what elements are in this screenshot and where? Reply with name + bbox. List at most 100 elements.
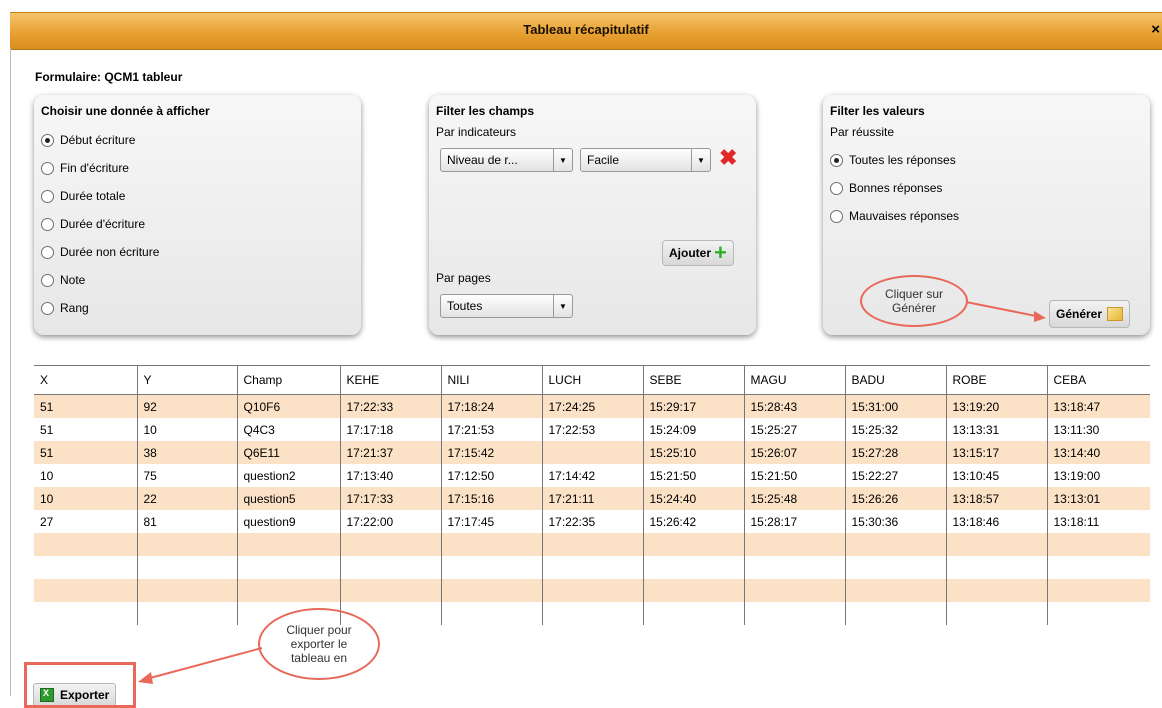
radio-duree-ecriture[interactable]: Durée d'écriture (41, 217, 145, 231)
table-row[interactable]: 10 75 question2 17:13:40 17:12:50 17:14:42 15:… (34, 464, 1150, 487)
generate-hint-text: Cliquer sur Générer (884, 287, 944, 315)
column-header[interactable]: KEHE (340, 366, 442, 395)
table-cell (643, 602, 745, 625)
table-cell (542, 533, 644, 556)
table-cell: 15:24:40 (643, 487, 745, 510)
table-cell (542, 441, 644, 464)
table-cell (340, 556, 442, 579)
table-row[interactable]: 51 10 Q4C3 17:17:18 17:21:53 17:22:53 15:24:09… (34, 418, 1150, 441)
table-cell (137, 579, 238, 602)
edit-pencil-icon (1107, 307, 1124, 321)
generate-button[interactable]: Générer (1049, 300, 1131, 328)
delete-filter-icon[interactable]: ✖ (719, 147, 737, 169)
table-cell: 17:17:18 (340, 418, 442, 441)
radio-debut-ecriture[interactable]: Début écriture (41, 133, 135, 147)
radio-rang[interactable]: Rang (41, 301, 89, 315)
table-cell: question2 (237, 464, 341, 487)
table-row[interactable]: 51 92 Q10F6 17:22:33 17:18:24 17:24:25 15:29:1… (34, 394, 1150, 418)
radio-fin-ecriture[interactable]: Fin d'écriture (41, 161, 129, 175)
radio-selected-icon[interactable] (830, 153, 843, 167)
table-cell: 17:22:35 (542, 510, 644, 533)
radio-icon[interactable] (41, 245, 54, 259)
table-cell: 13:18:46 (946, 510, 1048, 533)
column-header[interactable]: X (34, 366, 138, 395)
export-arrowhead (138, 672, 153, 684)
table-cell: 51 (34, 394, 138, 418)
radio-good-answers[interactable]: Bonnes réponses (830, 181, 942, 195)
table-cell: 13:19:20 (946, 394, 1048, 418)
indicator-select[interactable]: Niveau de r... ▼ (440, 148, 573, 172)
table-cell: 15:27:28 (845, 441, 947, 464)
table-cell: 15:31:00 (845, 394, 947, 418)
table-cell: 81 (137, 510, 238, 533)
column-header[interactable]: Y (137, 366, 238, 395)
radio-icon[interactable] (41, 161, 54, 175)
radio-icon[interactable] (830, 209, 843, 223)
table-row[interactable]: 10 22 question5 17:17:33 17:15:16 17:21:11 15:… (34, 487, 1150, 510)
radio-icon[interactable] (41, 301, 54, 315)
table-cell (542, 602, 644, 625)
table-cell: question9 (237, 510, 341, 533)
column-header[interactable]: Champ (237, 366, 341, 395)
radio-duree-non-ecriture[interactable]: Durée non écriture (41, 245, 159, 259)
display-data-panel: Choisir une donnée à afficher Début écri… (34, 95, 361, 335)
table-cell: 15:26:26 (845, 487, 947, 510)
table-cell: 51 (34, 418, 138, 441)
radio-icon[interactable] (830, 181, 843, 195)
close-icon[interactable]: × (1151, 21, 1160, 38)
table-cell: 17:18:24 (441, 394, 543, 418)
table-cell (441, 533, 543, 556)
column-header[interactable]: MAGU (744, 366, 846, 395)
table-cell: 13:19:00 (1047, 464, 1150, 487)
column-header[interactable]: LUCH (542, 366, 644, 395)
table-cell: 17:14:42 (542, 464, 644, 487)
generate-button-label: Générer (1056, 307, 1103, 321)
column-header[interactable]: SEBE (643, 366, 745, 395)
table-cell (1047, 533, 1150, 556)
table-cell (340, 579, 442, 602)
table-row[interactable]: 51 38 Q6E11 17:21:37 17:15:42 15:25:10 15:26:0… (34, 441, 1150, 464)
add-indicator-button[interactable]: Ajouter + (662, 240, 734, 266)
table-cell (34, 556, 138, 579)
table-cell: 38 (137, 441, 238, 464)
table-cell (34, 579, 138, 602)
table-cell (744, 556, 846, 579)
table-cell: 10 (137, 418, 238, 441)
column-header[interactable]: NILI (441, 366, 543, 395)
radio-icon[interactable] (41, 217, 54, 231)
radio-bad-answers[interactable]: Mauvaises réponses (830, 209, 959, 223)
table-cell: 13:10:45 (946, 464, 1048, 487)
table-cell: 17:21:37 (340, 441, 442, 464)
table-cell (946, 579, 1048, 602)
pages-select[interactable]: Toutes ▼ (440, 294, 573, 318)
column-header[interactable]: ROBE (946, 366, 1048, 395)
table-cell: 15:28:43 (744, 394, 846, 418)
column-header[interactable]: CEBA (1047, 366, 1150, 395)
window-title: Tableau récapitulatif (523, 22, 649, 37)
level-select-value: Facile (587, 153, 620, 167)
table-cell: 15:25:32 (845, 418, 947, 441)
radio-all-answers[interactable]: Toutes les réponses (830, 153, 956, 167)
level-select[interactable]: Facile ▼ (580, 148, 711, 172)
table-cell (643, 556, 745, 579)
radio-duree-totale[interactable]: Durée totale (41, 189, 125, 203)
table-cell: 17:17:45 (441, 510, 543, 533)
table-cell: 15:25:27 (744, 418, 846, 441)
table-cell: Q6E11 (237, 441, 341, 464)
table-cell: 27 (34, 510, 138, 533)
radio-icon[interactable] (41, 189, 54, 203)
table-cell (542, 556, 644, 579)
indicators-label: Par indicateurs (436, 125, 517, 139)
radio-label: Note (60, 273, 86, 287)
table-row[interactable]: 27 81 question9 17:22:00 17:17:45 17:22:35 15:… (34, 510, 1150, 533)
summary-table: X Y Champ KEHE NILI LUCH SEBE MAGU BADU … (34, 366, 1150, 625)
empty-table-row (34, 533, 1150, 556)
radio-icon[interactable] (41, 273, 54, 287)
export-highlight-box (24, 662, 136, 708)
table-cell: 10 (34, 464, 138, 487)
radio-selected-icon[interactable] (41, 133, 54, 147)
column-header[interactable]: BADU (845, 366, 947, 395)
radio-note[interactable]: Note (41, 273, 85, 287)
table-cell (845, 533, 947, 556)
table-cell (845, 579, 947, 602)
